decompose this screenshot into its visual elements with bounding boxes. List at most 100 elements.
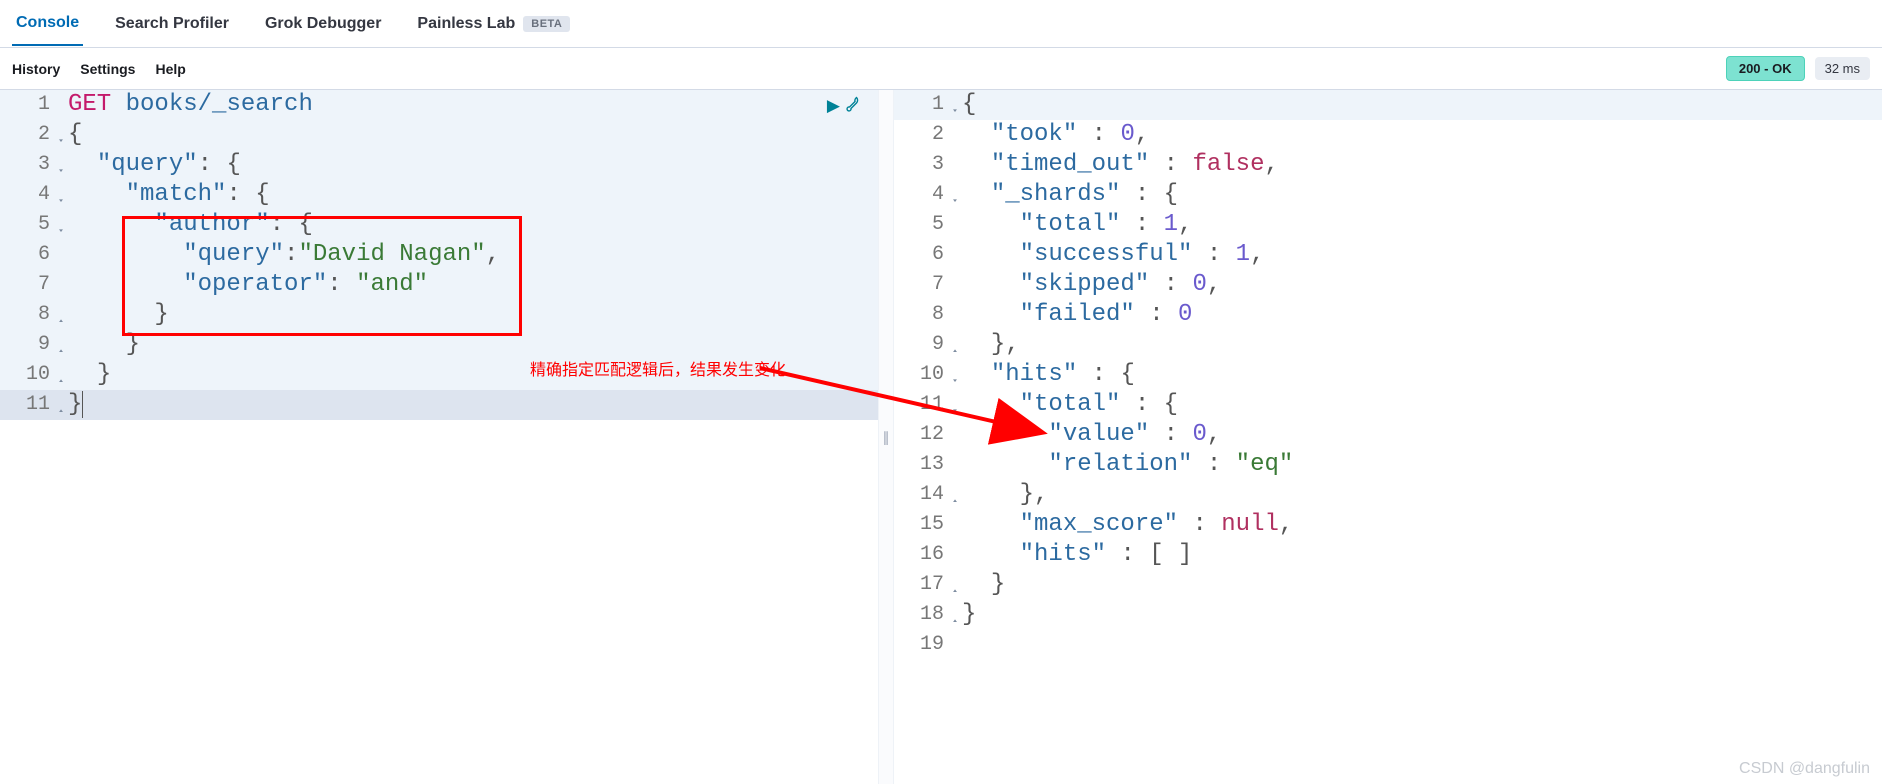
code-content[interactable]: "successful" : 1,: [956, 240, 1882, 270]
code-content[interactable]: },: [956, 480, 1882, 510]
code-content[interactable]: {: [62, 120, 878, 150]
line-number: 5▾: [0, 210, 62, 240]
code-line[interactable]: 18▴}: [894, 600, 1882, 630]
line-number: 6: [0, 240, 62, 270]
code-content[interactable]: }: [62, 300, 878, 330]
subnav-settings[interactable]: Settings: [80, 61, 135, 77]
code-content[interactable]: {: [956, 90, 1882, 120]
code-content[interactable]: "author": {: [62, 210, 878, 240]
code-content[interactable]: }: [62, 390, 878, 420]
line-number: 12: [894, 420, 956, 450]
code-line[interactable]: 17▴ }: [894, 570, 1882, 600]
line-number: 16: [894, 540, 956, 570]
status-badge: 200 - OK: [1726, 56, 1805, 81]
code-line[interactable]: 16 "hits" : [ ]: [894, 540, 1882, 570]
code-line[interactable]: 15 "max_score" : null,: [894, 510, 1882, 540]
line-number: 11▴: [0, 390, 62, 420]
request-action-tools: ▶: [827, 96, 862, 117]
code-line[interactable]: 3▾ "query": {: [0, 150, 878, 180]
tab-grok-debugger[interactable]: Grok Debugger: [261, 3, 385, 45]
line-number: 19: [894, 630, 956, 660]
response-viewer: 1▾{2 "took" : 0,3 "timed_out" : false,4▾…: [894, 90, 1882, 660]
console-subnav: History Settings Help 200 - OK 32 ms: [0, 48, 1882, 90]
code-content[interactable]: "skipped" : 0,: [956, 270, 1882, 300]
code-line[interactable]: 10▾ "hits" : {: [894, 360, 1882, 390]
code-line[interactable]: 11▾ "total" : {: [894, 390, 1882, 420]
code-line[interactable]: 8 "failed" : 0: [894, 300, 1882, 330]
code-line[interactable]: 13 "relation" : "eq": [894, 450, 1882, 480]
request-panel[interactable]: ▶ 1GET books/_search2▾{3▾ "query": {4▾ "…: [0, 90, 878, 784]
code-content[interactable]: "failed" : 0: [956, 300, 1882, 330]
line-number: 14▴: [894, 480, 956, 510]
code-line[interactable]: 19: [894, 630, 1882, 660]
subnav-history[interactable]: History: [12, 61, 60, 77]
panel-resize-handle[interactable]: ∥: [878, 90, 894, 784]
code-content[interactable]: "relation" : "eq": [956, 450, 1882, 480]
line-number: 2: [894, 120, 956, 150]
line-number: 4▾: [894, 180, 956, 210]
tab-search-profiler[interactable]: Search Profiler: [111, 3, 233, 45]
code-line[interactable]: 1▾{: [894, 90, 1882, 120]
beta-badge: BETA: [523, 16, 570, 32]
code-line[interactable]: 2▾{: [0, 120, 878, 150]
code-content[interactable]: GET books/_search: [62, 90, 878, 120]
code-content[interactable]: "hits" : [ ]: [956, 540, 1882, 570]
code-content[interactable]: "query": {: [62, 150, 878, 180]
line-number: 9▴: [0, 330, 62, 360]
console-workspace: ▶ 1GET books/_search2▾{3▾ "query": {4▾ "…: [0, 90, 1882, 784]
tab-painless-lab-label: Painless Lab: [417, 15, 515, 33]
subnav-help[interactable]: Help: [155, 61, 185, 77]
code-line[interactable]: 5▾ "author": {: [0, 210, 878, 240]
code-content[interactable]: "total" : {: [956, 390, 1882, 420]
code-line[interactable]: 11▴}: [0, 390, 878, 420]
code-content[interactable]: "value" : 0,: [956, 420, 1882, 450]
line-number: 5: [894, 210, 956, 240]
annotation-text: 精确指定匹配逻辑后，结果发生变化: [530, 356, 786, 380]
code-line[interactable]: 7 "operator": "and": [0, 270, 878, 300]
line-number: 10▾: [894, 360, 956, 390]
code-line[interactable]: 6 "successful" : 1,: [894, 240, 1882, 270]
line-number: 10▴: [0, 360, 62, 390]
code-line[interactable]: 14▴ },: [894, 480, 1882, 510]
line-number: 8▴: [0, 300, 62, 330]
wrench-icon[interactable]: [846, 96, 862, 117]
line-number: 8: [894, 300, 956, 330]
response-time: 32 ms: [1815, 57, 1870, 80]
code-content[interactable]: "_shards" : {: [956, 180, 1882, 210]
code-line[interactable]: 9▴ },: [894, 330, 1882, 360]
tab-console[interactable]: Console: [12, 2, 83, 46]
line-number: 13: [894, 450, 956, 480]
code-line[interactable]: 12 "value" : 0,: [894, 420, 1882, 450]
code-line[interactable]: 4▾ "_shards" : {: [894, 180, 1882, 210]
code-content[interactable]: "query":"David Nagan",: [62, 240, 878, 270]
run-icon[interactable]: ▶: [827, 96, 840, 117]
line-number: 7: [894, 270, 956, 300]
line-number: 7: [0, 270, 62, 300]
line-number: 15: [894, 510, 956, 540]
tab-painless-lab[interactable]: Painless Lab BETA: [413, 3, 574, 45]
line-number: 18▴: [894, 600, 956, 630]
code-line[interactable]: 8▴ }: [0, 300, 878, 330]
code-line[interactable]: 6 "query":"David Nagan",: [0, 240, 878, 270]
code-line[interactable]: 3 "timed_out" : false,: [894, 150, 1882, 180]
code-content[interactable]: }: [956, 600, 1882, 630]
code-line[interactable]: 2 "took" : 0,: [894, 120, 1882, 150]
dev-tools-tabs: Console Search Profiler Grok Debugger Pa…: [0, 0, 1882, 48]
line-number: 9▴: [894, 330, 956, 360]
line-number: 1▾: [894, 90, 956, 120]
code-content[interactable]: "hits" : {: [956, 360, 1882, 390]
code-content[interactable]: "match": {: [62, 180, 878, 210]
code-content[interactable]: "timed_out" : false,: [956, 150, 1882, 180]
code-line[interactable]: 5 "total" : 1,: [894, 210, 1882, 240]
code-content[interactable]: }: [956, 570, 1882, 600]
code-line[interactable]: 4▾ "match": {: [0, 180, 878, 210]
code-content[interactable]: "max_score" : null,: [956, 510, 1882, 540]
line-number: 2▾: [0, 120, 62, 150]
code-content[interactable]: "took" : 0,: [956, 120, 1882, 150]
code-content[interactable]: "total" : 1,: [956, 210, 1882, 240]
code-content[interactable]: "operator": "and": [62, 270, 878, 300]
code-content[interactable]: },: [956, 330, 1882, 360]
code-line[interactable]: 1GET books/_search: [0, 90, 878, 120]
code-line[interactable]: 7 "skipped" : 0,: [894, 270, 1882, 300]
line-number: 3: [894, 150, 956, 180]
